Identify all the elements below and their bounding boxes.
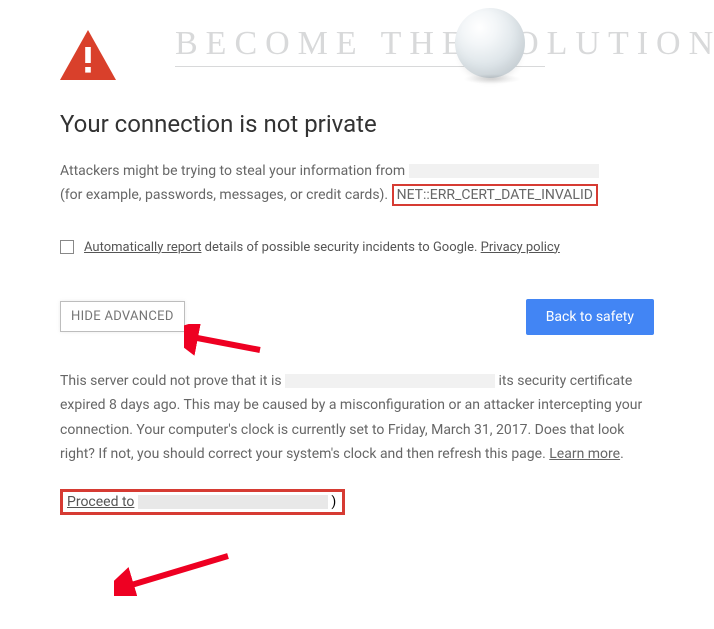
proceed-highlight-box: Proceed to ) bbox=[60, 489, 345, 515]
error-code: NET::ERR_CERT_DATE_INVALID bbox=[397, 187, 593, 203]
proceed-suffix: ) bbox=[331, 494, 336, 510]
auto-report-row: Automatically report details of possible… bbox=[60, 240, 654, 255]
privacy-policy-link[interactable]: Privacy policy bbox=[481, 240, 560, 255]
explanation-paragraph: This server could not prove that it is i… bbox=[60, 369, 654, 467]
error-code-highlight: NET::ERR_CERT_DATE_INVALID bbox=[392, 184, 598, 206]
redacted-host-3 bbox=[138, 495, 328, 509]
hide-advanced-button[interactable]: HIDE ADVANCED bbox=[60, 301, 185, 332]
page-title: Your connection is not private bbox=[60, 110, 654, 138]
auto-report-link[interactable]: Automatically report bbox=[84, 240, 201, 255]
proceed-link[interactable]: Proceed to bbox=[67, 494, 134, 510]
redacted-host-1 bbox=[409, 164, 599, 178]
warning-paragraph: Attackers might be trying to steal your … bbox=[60, 160, 654, 208]
warning-triangle-icon bbox=[60, 30, 654, 80]
annotation-arrow-2 bbox=[114, 550, 234, 596]
learn-more-link[interactable]: Learn more bbox=[549, 446, 620, 462]
warning-line2: (for example, passwords, messages, or cr… bbox=[60, 187, 388, 203]
redacted-host-2 bbox=[285, 374, 495, 388]
auto-report-checkbox[interactable] bbox=[60, 240, 74, 254]
auto-report-details: details of possible security incidents t… bbox=[201, 240, 480, 255]
explain-part1: This server could not prove that it is bbox=[60, 373, 285, 389]
back-to-safety-button[interactable]: Back to safety bbox=[526, 299, 654, 335]
warning-line1: Attackers might be trying to steal your … bbox=[60, 163, 405, 179]
